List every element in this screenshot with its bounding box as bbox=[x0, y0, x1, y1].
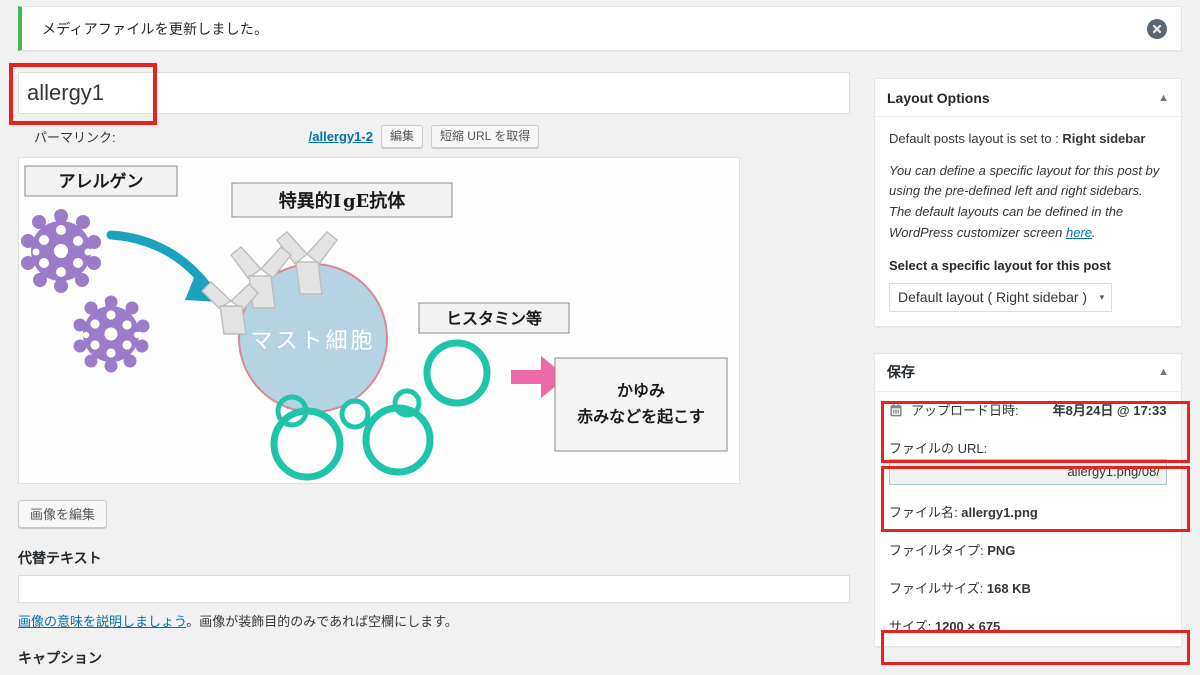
alt-text-input[interactable] bbox=[18, 575, 850, 603]
layout-options-panel: Layout Options ▲ Default posts layout is… bbox=[874, 78, 1182, 327]
svg-text:マスト細胞: マスト細胞 bbox=[250, 329, 375, 354]
save-panel-header[interactable]: 保存 ▲ bbox=[875, 354, 1181, 392]
sidebar: Layout Options ▲ Default posts layout is… bbox=[874, 78, 1182, 648]
alt-help-link[interactable]: 画像の意味を説明しましょう bbox=[18, 614, 186, 629]
close-circle-icon[interactable] bbox=[1147, 18, 1167, 39]
default-layout-value: Right sidebar bbox=[1062, 131, 1146, 146]
dimensions-value: 1200 × 675 bbox=[934, 619, 1001, 635]
caption-label: キャプション bbox=[18, 650, 102, 666]
edit-image-button[interactable]: 画像を編集 bbox=[18, 500, 108, 528]
filetype-row: ファイルタイプ: PNG bbox=[875, 532, 1181, 570]
notice-message: メディアファイルを更新しました。 bbox=[42, 20, 269, 37]
layout-description-text: You can define a specific layout for thi… bbox=[889, 162, 1160, 240]
alt-text-label: 代替テキスト bbox=[18, 550, 102, 566]
svg-text:アレルゲン: アレルゲン bbox=[59, 171, 144, 192]
upload-date-value: 年8月24日 @ 17:33 bbox=[1052, 402, 1167, 418]
filesize-label: ファイルサイズ: bbox=[889, 581, 984, 597]
layout-select-label: Select a specific layout for this post bbox=[889, 257, 1111, 273]
upload-date-label: アップロード日時: bbox=[911, 402, 1019, 418]
save-panel-title: 保存 bbox=[887, 364, 915, 381]
permalink-label: パーマリンク: bbox=[34, 129, 116, 145]
outcome-box: かゆみ 赤みなどを起こす bbox=[554, 357, 728, 452]
file-url-label: ファイルの URL: bbox=[889, 440, 988, 456]
svg-text:赤みなどを起こす: 赤みなどを起こす bbox=[577, 407, 705, 426]
alt-text-help: 画像の意味を説明しましょう。画像が装飾目的のみであれば空欄にします。 bbox=[18, 611, 850, 630]
chevron-down-icon: ▾ bbox=[1099, 291, 1105, 302]
alt-help-rest: 。画像が装飾目的のみであれば空欄にします。 bbox=[186, 614, 458, 629]
allergy-diagram: アレルゲン 特異的I gE抗体 ヒスタミン等 マスト細胞 かゆみ 赤みなどを起こ… bbox=[19, 158, 739, 483]
filename-row: ファイル名: allergy1.png bbox=[875, 494, 1181, 532]
image-preview[interactable]: アレルゲン 特異的I gE抗体 ヒスタミン等 マスト細胞 かゆみ 赤みなどを起こ… bbox=[18, 157, 740, 484]
layout-options-title: Layout Options bbox=[887, 89, 990, 106]
default-layout-prefix: Default posts layout is set to : bbox=[889, 131, 1063, 146]
title-field-wrapper bbox=[9, 63, 850, 125]
default-layout-line: Default posts layout is set to : Right s… bbox=[889, 129, 1167, 149]
layout-description: You can define a specific layout for thi… bbox=[889, 161, 1167, 244]
media-edit-screen: メディアファイルを更新しました。 パーマリンク: /allergy1-2 編集 … bbox=[0, 0, 1200, 675]
chevron-up-icon[interactable]: ▲ bbox=[1158, 366, 1169, 378]
filename-label: ファイル名: bbox=[889, 504, 958, 520]
dimensions-label: サイズ: bbox=[889, 619, 932, 635]
file-url-input[interactable] bbox=[889, 458, 1167, 485]
filesize-row: ファイルサイズ: 168 KB bbox=[875, 570, 1181, 608]
chevron-up-icon[interactable]: ▲ bbox=[1158, 92, 1169, 104]
layout-select[interactable]: Default layout ( Right sidebar ) ▾ bbox=[889, 282, 1113, 312]
dimensions-row: サイズ: 1200 × 675 bbox=[875, 608, 1181, 646]
customizer-link[interactable]: here bbox=[1066, 225, 1092, 240]
filesize-value: 168 KB bbox=[986, 581, 1031, 597]
layout-select-value: Default layout ( Right sidebar ) bbox=[898, 289, 1088, 306]
permalink-link[interactable]: /allergy1-2 bbox=[309, 129, 373, 144]
ige-label-box: 特異的I gE抗体 bbox=[231, 182, 453, 218]
filetype-value: PNG bbox=[987, 542, 1016, 558]
svg-text:特異的I gE抗体: 特異的I gE抗体 bbox=[279, 190, 407, 212]
save-panel-body: アップロード日時: 年8月24日 @ 17:33 ファイルの URL: ファイル名… bbox=[875, 392, 1181, 647]
edit-permalink-button[interactable]: 編集 bbox=[380, 124, 423, 148]
filetype-label: ファイルタイプ: bbox=[889, 542, 984, 558]
upload-date-row: アップロード日時: 年8月24日 @ 17:33 bbox=[875, 392, 1181, 430]
svg-text:ヒスタミン等: ヒスタミン等 bbox=[446, 309, 542, 328]
editor-main-column: パーマリンク: /allergy1-2 編集 短縮 URL を取得 アレルゲン … bbox=[9, 63, 850, 668]
layout-description-end: . bbox=[1092, 224, 1096, 240]
permalink-row: パーマリンク: /allergy1-2 編集 短縮 URL を取得 bbox=[18, 123, 850, 149]
file-url-wrap bbox=[875, 458, 1181, 494]
calendar-icon bbox=[890, 403, 902, 417]
title-input[interactable] bbox=[18, 72, 850, 114]
update-notice: メディアファイルを更新しました。 bbox=[18, 6, 1182, 51]
histamine-label-box: ヒスタミン等 bbox=[418, 302, 570, 334]
filename-value: allergy1.png bbox=[961, 504, 1038, 520]
allergen-label-box: アレルゲン bbox=[24, 165, 178, 197]
svg-text:かゆみ: かゆみ bbox=[617, 381, 665, 400]
save-panel: 保存 ▲ アップロード日時: 年8月24日 @ 17:33 ファイルの URL: bbox=[874, 352, 1182, 648]
layout-options-header[interactable]: Layout Options ▲ bbox=[875, 79, 1181, 117]
layout-options-body: Default posts layout is set to : Right s… bbox=[875, 117, 1181, 326]
get-shortlink-button[interactable]: 短縮 URL を取得 bbox=[430, 124, 540, 148]
